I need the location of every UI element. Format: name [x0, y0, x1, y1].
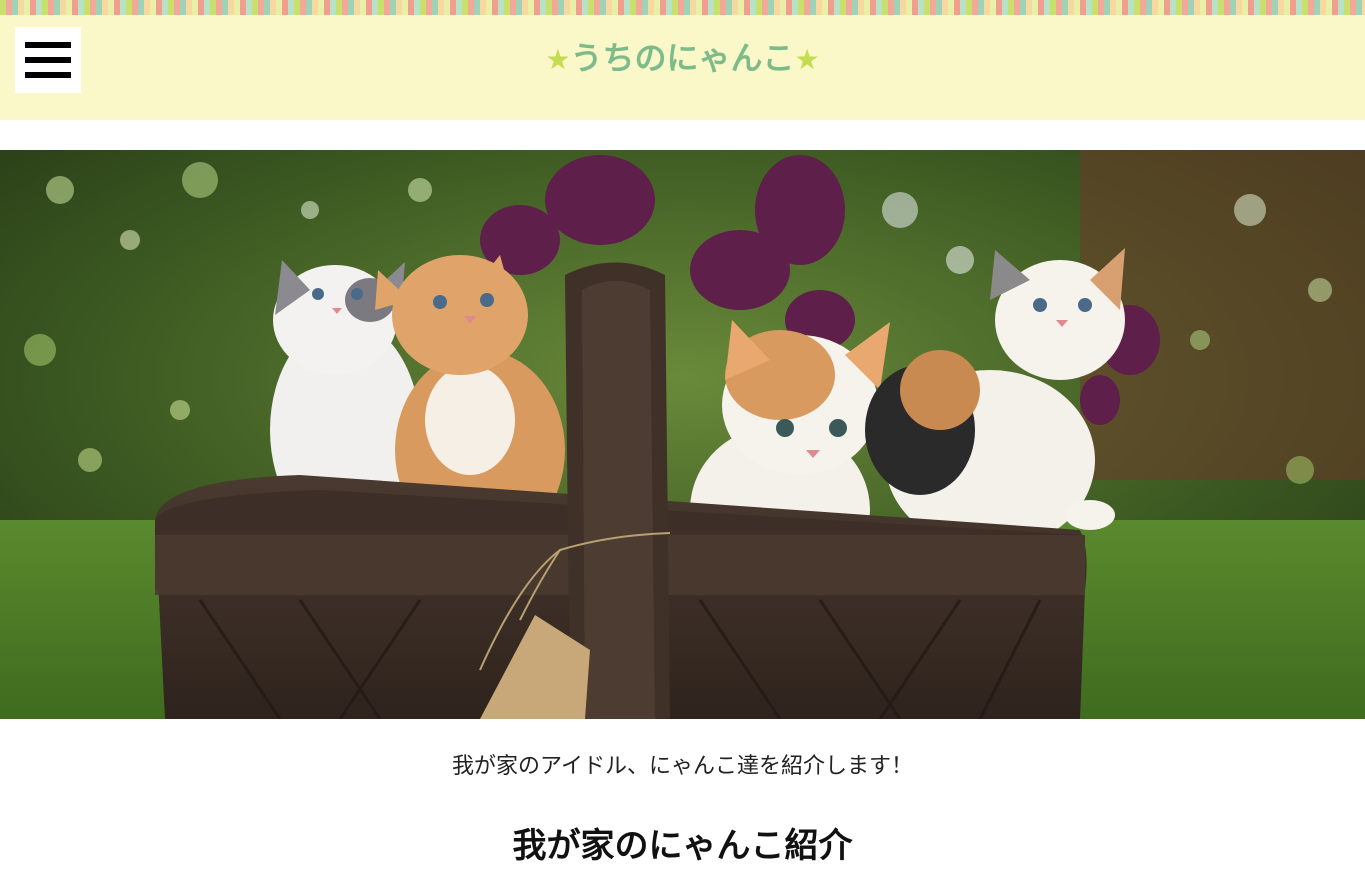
star-icon-left: ★ [545, 43, 571, 76]
star-icon-right: ★ [794, 43, 820, 76]
section-title: 我が家のにゃんこ紹介 [512, 826, 853, 866]
site-title-text: うちのにゃんこ [570, 39, 795, 77]
site-header: ★うちのにゃんこ★ [0, 15, 1365, 120]
decorative-stripe [0, 0, 1365, 15]
site-title[interactable]: ★うちのにゃんこ★ [0, 39, 1365, 79]
kittens-in-basket-photo [0, 150, 1365, 719]
intro-text: 我が家のアイドル、にゃんこ達を紹介します！ [452, 754, 913, 779]
hero-image [0, 150, 1365, 719]
